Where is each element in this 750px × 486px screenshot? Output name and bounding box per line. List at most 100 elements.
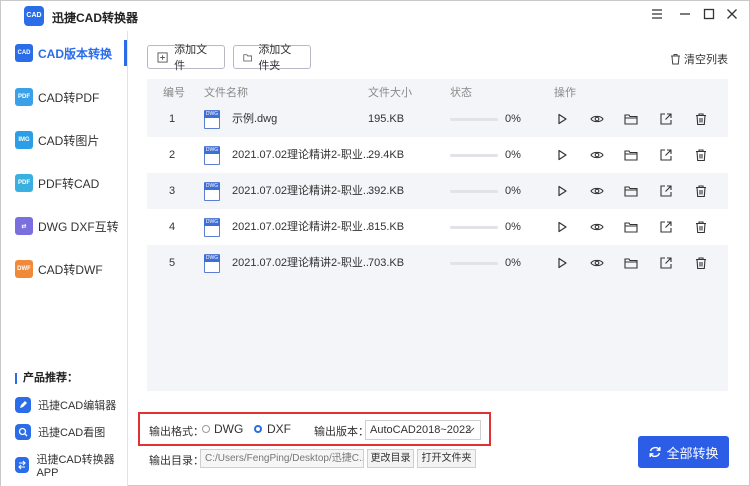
header-name: 文件名称 xyxy=(204,87,248,99)
output-dir-field[interactable]: C:/Users/FengPing/Desktop/迅捷C... xyxy=(200,449,364,468)
play-icon[interactable] xyxy=(555,148,569,162)
play-icon[interactable] xyxy=(555,184,569,198)
change-dir-button[interactable]: 更改目录 xyxy=(367,449,414,468)
preview-eye-icon[interactable] xyxy=(590,184,604,198)
trash-icon xyxy=(671,54,680,65)
play-icon[interactable] xyxy=(555,112,569,126)
clear-list-button[interactable]: 清空列表 xyxy=(670,51,728,67)
row-file-size: 29.4KB xyxy=(368,149,405,161)
sidebar-item-cad-to-pdf[interactable]: PDF CAD转PDF xyxy=(1,80,127,114)
maximize-icon[interactable] xyxy=(701,8,717,24)
open-folder-icon[interactable] xyxy=(624,148,638,162)
cad-editor-icon xyxy=(15,397,31,413)
progress-bar xyxy=(450,226,498,229)
row-file-size: 815.KB xyxy=(368,221,405,233)
sidebar-item-dwg-dxf[interactable]: ⇄ DWG DXF互转 xyxy=(1,209,127,243)
add-folder-button[interactable]: 添加文件夹 xyxy=(233,44,311,72)
table-header: 编号 文件名称 文件大小 状态 操作 xyxy=(147,79,728,101)
open-folder-icon[interactable] xyxy=(624,184,638,198)
play-icon[interactable] xyxy=(555,256,569,270)
add-file-icon xyxy=(157,51,168,63)
close-icon[interactable] xyxy=(724,8,740,24)
open-folder-icon[interactable] xyxy=(624,220,638,234)
output-version-label: 输出版本： xyxy=(314,426,369,438)
share-icon[interactable] xyxy=(659,148,673,162)
sidebar-item-cad-to-image[interactable]: IMG CAD转图片 xyxy=(1,123,127,157)
delete-icon[interactable] xyxy=(694,148,708,162)
preview-eye-icon[interactable] xyxy=(590,112,604,126)
dwg-file-icon xyxy=(204,110,220,129)
progress-bar xyxy=(450,190,498,193)
sidebar-item-label: CAD转DWF xyxy=(38,262,103,277)
recommend-item-viewer[interactable]: 迅捷CAD看图 xyxy=(15,424,105,440)
radio-dxf-label[interactable]: DXF xyxy=(267,422,291,436)
share-icon[interactable] xyxy=(659,256,673,270)
radio-dwg-label[interactable]: DWG xyxy=(214,422,243,436)
sidebar-item-cad-version[interactable]: CAD CAD版本转换 xyxy=(1,36,127,70)
sidebar-item-pdf-to-cad[interactable]: PDF PDF转CAD xyxy=(1,166,127,200)
recommend-item-editor[interactable]: 迅捷CAD编辑器 xyxy=(15,397,116,413)
radio-dxf[interactable] xyxy=(254,425,262,433)
sidebar-item-label: CAD转PDF xyxy=(38,90,100,105)
dwg-file-icon xyxy=(204,254,220,273)
cad-to-dwf-icon: DWF xyxy=(15,260,33,278)
minimize-icon[interactable] xyxy=(677,8,693,24)
share-icon[interactable] xyxy=(659,220,673,234)
output-format-label: 输出格式： xyxy=(149,426,204,438)
convert-all-button[interactable]: 全部转换 xyxy=(638,436,729,468)
menu-icon[interactable] xyxy=(649,8,665,24)
version-select[interactable]: AutoCAD2018~2022 xyxy=(365,420,481,440)
row-progress-text: 0% xyxy=(505,113,521,125)
preview-eye-icon[interactable] xyxy=(590,220,604,234)
sidebar: CAD CAD版本转换 PDF CAD转PDF IMG CAD转图片 PDF P… xyxy=(1,31,128,486)
dwg-file-icon xyxy=(204,218,220,237)
row-index: 3 xyxy=(169,185,176,197)
dwg-dxf-icon: ⇄ xyxy=(15,217,33,235)
row-file-size: 195.KB xyxy=(368,113,405,125)
add-file-button[interactable]: 添加文件 xyxy=(147,44,225,72)
app-title: 迅捷CAD转换器 xyxy=(52,11,138,25)
sidebar-item-label: DWG DXF互转 xyxy=(38,219,119,234)
share-icon[interactable] xyxy=(659,184,673,198)
app-window: CAD 迅捷CAD转换器 CAD CAD版本转换 PDF CAD转PDF IMG… xyxy=(0,0,750,486)
table-row[interactable]: 2 2021.07.02理论精讲2-职业...29.4KB 0% xyxy=(147,137,728,173)
open-folder-icon[interactable] xyxy=(624,112,638,126)
row-file-name: 2021.07.02理论精讲2-职业... xyxy=(232,185,373,197)
cad-to-pdf-icon: PDF xyxy=(15,88,33,106)
share-icon[interactable] xyxy=(659,112,673,126)
delete-icon[interactable] xyxy=(694,256,708,270)
file-table: 编号 文件名称 文件大小 状态 操作 1 示例.dwg 195.KB 0% 2 2021.… xyxy=(147,79,728,391)
play-icon[interactable] xyxy=(555,220,569,234)
table-row[interactable]: 1 示例.dwg 195.KB 0% xyxy=(147,101,728,137)
table-row[interactable]: 5 2021.07.02理论精讲2-职业...703.KB 0% xyxy=(147,245,728,281)
dwg-file-icon xyxy=(204,182,220,201)
chevron-down-icon xyxy=(466,427,475,433)
pdf-to-cad-icon: PDF xyxy=(15,174,33,192)
open-folder-button[interactable]: 打开文件夹 xyxy=(417,449,476,468)
table-row[interactable]: 3 2021.07.02理论精讲2-职业...392.KB 0% xyxy=(147,173,728,209)
dwg-file-icon xyxy=(204,146,220,165)
preview-eye-icon[interactable] xyxy=(590,148,604,162)
row-index: 5 xyxy=(169,257,176,269)
row-progress-text: 0% xyxy=(505,149,521,161)
cad-version-icon: CAD xyxy=(15,44,33,62)
row-index: 1 xyxy=(169,113,176,125)
cad-to-image-icon: IMG xyxy=(15,131,33,149)
table-row[interactable]: 4 2021.07.02理论精讲2-职业...815.KB 0% xyxy=(147,209,728,245)
preview-eye-icon[interactable] xyxy=(590,256,604,270)
recommend-title: 产品推荐： xyxy=(15,373,78,384)
row-file-size: 703.KB xyxy=(368,257,405,269)
header-actions: 操作 xyxy=(554,87,576,99)
row-index: 2 xyxy=(169,149,176,161)
recommend-item-app[interactable]: 迅捷CAD转换器APP xyxy=(15,451,127,479)
delete-icon[interactable] xyxy=(694,112,708,126)
delete-icon[interactable] xyxy=(694,220,708,234)
delete-icon[interactable] xyxy=(694,184,708,198)
sidebar-item-cad-to-dwf[interactable]: DWF CAD转DWF xyxy=(1,252,127,286)
row-file-name: 2021.07.02理论精讲2-职业... xyxy=(232,257,373,269)
sidebar-item-label: PDF转CAD xyxy=(38,176,100,191)
radio-dwg[interactable] xyxy=(202,425,210,433)
row-file-size: 392.KB xyxy=(368,185,405,197)
open-folder-icon[interactable] xyxy=(624,256,638,270)
output-dir-label: 输出目录： xyxy=(149,455,204,467)
